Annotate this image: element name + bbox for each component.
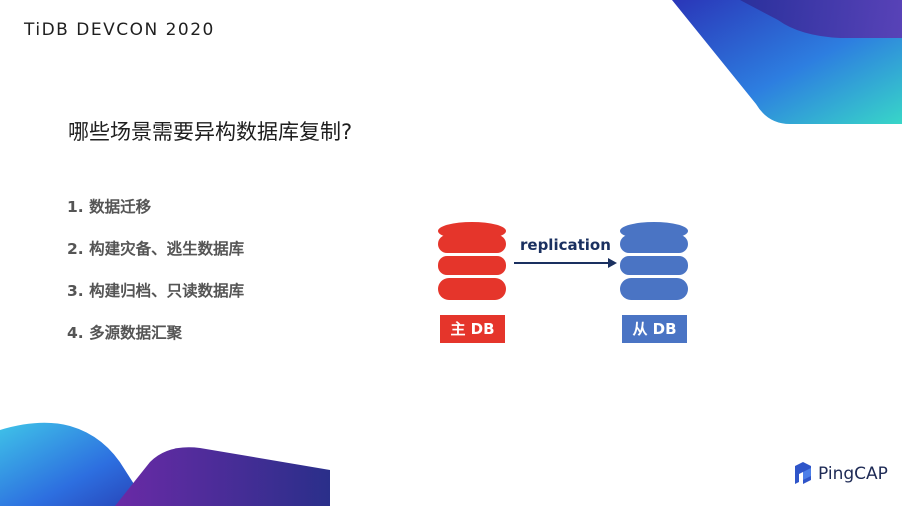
pingcap-logo: PingCAP [793, 462, 888, 486]
primary-database-icon [438, 222, 506, 300]
replication-diagram [438, 222, 688, 300]
primary-db-label: 主 DB [440, 315, 505, 343]
secondary-db-label: 从 DB [622, 315, 687, 343]
pingcap-logo-icon [795, 462, 811, 484]
secondary-database-icon [620, 222, 688, 300]
slide: TiDB DEVCON 2020 哪些场景需要异构数据库复制? 1. 数据迁移 … [0, 0, 902, 506]
replication-arrow-icon [514, 258, 617, 268]
logo-text: PingCAP [818, 464, 888, 484]
replication-label: replication [520, 236, 611, 254]
